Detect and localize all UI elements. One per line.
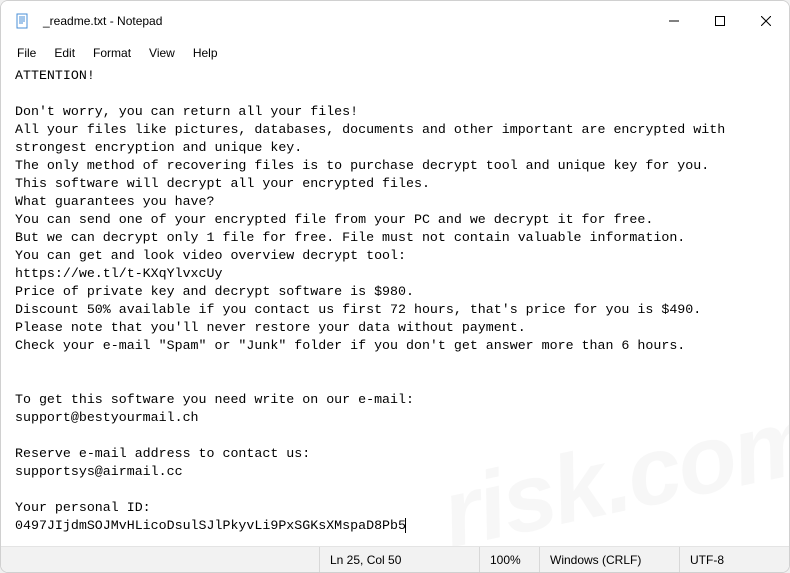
maximize-button[interactable]: [697, 1, 743, 41]
status-cursor-position: Ln 25, Col 50: [319, 547, 479, 572]
menu-help[interactable]: Help: [185, 44, 226, 62]
text-caret: [405, 518, 406, 533]
status-line-ending: Windows (CRLF): [539, 547, 679, 572]
titlebar: _readme.txt - Notepad: [1, 1, 789, 41]
notepad-window: _readme.txt - Notepad File Edit Format V…: [0, 0, 790, 573]
status-zoom[interactable]: 100%: [479, 547, 539, 572]
menu-format[interactable]: Format: [85, 44, 139, 62]
notepad-icon: [15, 13, 31, 29]
status-spacer: [1, 547, 319, 572]
close-button[interactable]: [743, 1, 789, 41]
window-title: _readme.txt - Notepad: [43, 14, 651, 28]
menu-file[interactable]: File: [9, 44, 44, 62]
watermark: risk.com: [442, 429, 789, 525]
document-text: ATTENTION! Don't worry, you can return a…: [15, 68, 733, 533]
minimize-button[interactable]: [651, 1, 697, 41]
text-editor-content[interactable]: ATTENTION! Don't worry, you can return a…: [1, 65, 789, 546]
window-controls: [651, 1, 789, 41]
statusbar: Ln 25, Col 50 100% Windows (CRLF) UTF-8: [1, 546, 789, 572]
status-encoding: UTF-8: [679, 547, 789, 572]
menubar: File Edit Format View Help: [1, 41, 789, 65]
menu-edit[interactable]: Edit: [46, 44, 83, 62]
menu-view[interactable]: View: [141, 44, 183, 62]
